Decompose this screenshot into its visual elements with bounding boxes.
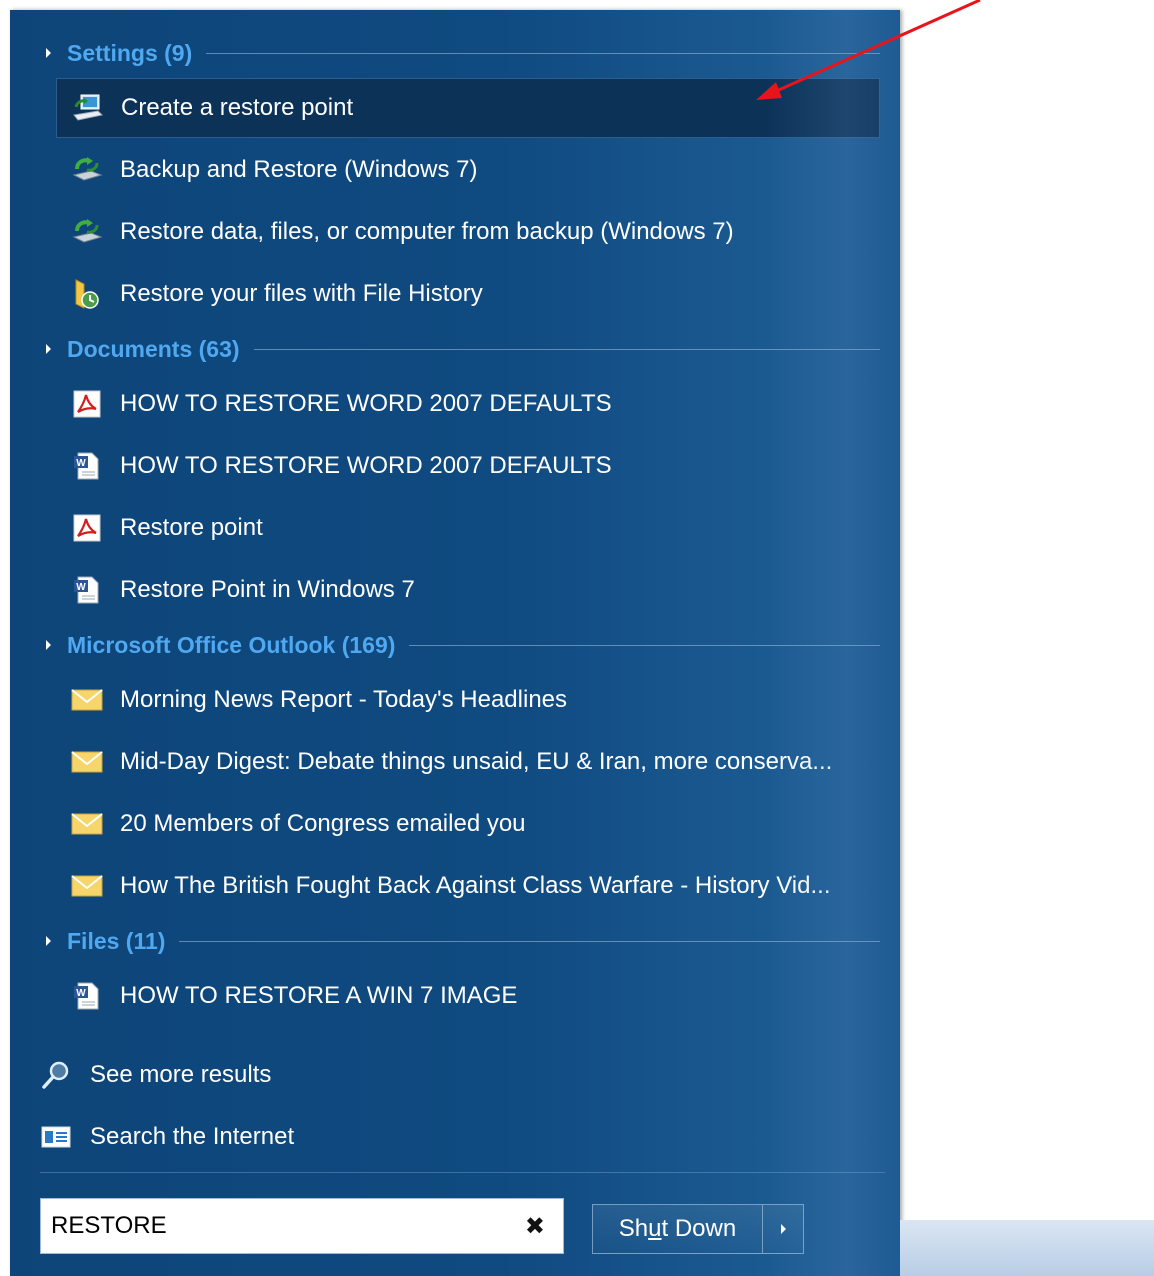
result-item-email[interactable]: How The British Fought Back Against Clas… bbox=[56, 857, 880, 915]
pdf-icon bbox=[70, 387, 104, 421]
word-doc-icon: W bbox=[70, 573, 104, 607]
svg-text:W: W bbox=[76, 458, 86, 469]
result-item-label: Restore data, files, or computer from ba… bbox=[120, 218, 734, 245]
result-item-label: HOW TO RESTORE WORD 2007 DEFAULTS bbox=[120, 452, 612, 479]
bottom-divider bbox=[40, 1172, 885, 1173]
expand-triangle-icon bbox=[46, 344, 51, 354]
result-item-label: HOW TO RESTORE WORD 2007 DEFAULTS bbox=[120, 390, 612, 417]
result-item-label: Create a restore point bbox=[121, 94, 354, 121]
result-item-label: Restore your files with File History bbox=[120, 280, 483, 307]
group-header-outlook[interactable]: Microsoft Office Outlook (169) bbox=[10, 627, 880, 663]
expand-triangle-icon bbox=[46, 48, 51, 58]
result-item-email[interactable]: 20 Members of Congress emailed you bbox=[56, 795, 880, 853]
start-menu-search-results: Settings (9) Create a restore point Back… bbox=[10, 10, 900, 1276]
envelope-icon bbox=[70, 683, 104, 717]
group-header-settings[interactable]: Settings (9) bbox=[10, 35, 880, 71]
shutdown-label-post: t Down bbox=[661, 1215, 737, 1242]
group-header-documents[interactable]: Documents (63) bbox=[10, 331, 880, 367]
result-item-label: Restore Point in Windows 7 bbox=[120, 576, 415, 603]
search-input[interactable] bbox=[51, 1212, 491, 1240]
search-internet-label: Search the Internet bbox=[90, 1123, 295, 1150]
see-more-results-label: See more results bbox=[90, 1061, 272, 1088]
expand-triangle-icon bbox=[46, 640, 51, 650]
result-item-label: Mid-Day Digest: Debate things unsaid, EU… bbox=[120, 748, 833, 775]
result-item-label: Backup and Restore (Windows 7) bbox=[120, 156, 478, 183]
result-item-label: Morning News Report - Today's Headlines bbox=[120, 686, 568, 713]
see-more-results-link[interactable]: See more results bbox=[40, 1050, 271, 1100]
expand-triangle-icon bbox=[46, 936, 51, 946]
result-item-label: 20 Members of Congress emailed you bbox=[120, 810, 526, 837]
envelope-icon bbox=[70, 807, 104, 841]
word-doc-icon: W bbox=[70, 979, 104, 1013]
result-item-restore-data[interactable]: Restore data, files, or computer from ba… bbox=[56, 203, 880, 261]
shutdown-label-pre: Sh bbox=[618, 1215, 649, 1242]
result-item-document[interactable]: Restore point bbox=[56, 499, 880, 557]
envelope-icon bbox=[70, 745, 104, 779]
group-header-label: Files (11) bbox=[67, 927, 166, 954]
result-item-email[interactable]: Mid-Day Digest: Debate things unsaid, EU… bbox=[56, 733, 880, 791]
group-header-label: Settings (9) bbox=[67, 39, 193, 66]
group-divider bbox=[409, 644, 880, 646]
result-item-document[interactable]: HOW TO RESTORE WORD 2007 DEFAULTS bbox=[56, 375, 880, 433]
svg-text:W: W bbox=[76, 988, 86, 999]
result-item-file[interactable]: W HOW TO RESTORE A WIN 7 IMAGE bbox=[56, 967, 880, 1025]
shutdown-options-button[interactable] bbox=[763, 1205, 803, 1253]
search-box[interactable]: ✖ bbox=[40, 1198, 564, 1254]
backup-restore-icon bbox=[70, 215, 104, 249]
search-internet-link[interactable]: Search the Internet bbox=[40, 1112, 294, 1162]
word-doc-icon: W bbox=[70, 449, 104, 483]
result-item-file-history[interactable]: Restore your files with File History bbox=[56, 265, 880, 323]
shutdown-button[interactable]: Sh u t Down bbox=[593, 1205, 763, 1253]
shutdown-label-mnemonic: u bbox=[648, 1215, 662, 1242]
group-divider bbox=[253, 348, 880, 350]
browser-window-icon bbox=[40, 1121, 72, 1153]
result-item-document[interactable]: W Restore Point in Windows 7 bbox=[56, 561, 880, 619]
restore-point-icon bbox=[71, 91, 105, 125]
pdf-icon bbox=[70, 511, 104, 545]
group-divider bbox=[206, 52, 880, 54]
svg-text:W: W bbox=[76, 582, 86, 593]
group-divider bbox=[179, 940, 880, 942]
result-item-backup-restore[interactable]: Backup and Restore (Windows 7) bbox=[56, 141, 880, 199]
result-item-label: Restore point bbox=[120, 514, 263, 541]
backup-restore-icon bbox=[70, 153, 104, 187]
taskbar-edge bbox=[900, 1220, 1154, 1276]
result-item-create-restore-point[interactable]: Create a restore point bbox=[56, 78, 880, 138]
group-header-label: Documents (63) bbox=[67, 335, 240, 362]
clear-search-icon[interactable]: ✖ bbox=[525, 1213, 545, 1239]
magnifier-icon bbox=[40, 1059, 72, 1091]
shutdown-button-group: Sh u t Down bbox=[592, 1204, 804, 1254]
group-header-files[interactable]: Files (11) bbox=[10, 923, 880, 959]
envelope-icon bbox=[70, 869, 104, 903]
group-header-label: Microsoft Office Outlook (169) bbox=[67, 631, 396, 658]
chevron-right-icon bbox=[780, 1224, 786, 1234]
file-history-icon bbox=[70, 277, 104, 311]
result-item-email[interactable]: Morning News Report - Today's Headlines bbox=[56, 671, 880, 729]
result-item-label: HOW TO RESTORE A WIN 7 IMAGE bbox=[120, 982, 518, 1009]
result-item-label: How The British Fought Back Against Clas… bbox=[120, 872, 831, 899]
result-item-document[interactable]: W HOW TO RESTORE WORD 2007 DEFAULTS bbox=[56, 437, 880, 495]
